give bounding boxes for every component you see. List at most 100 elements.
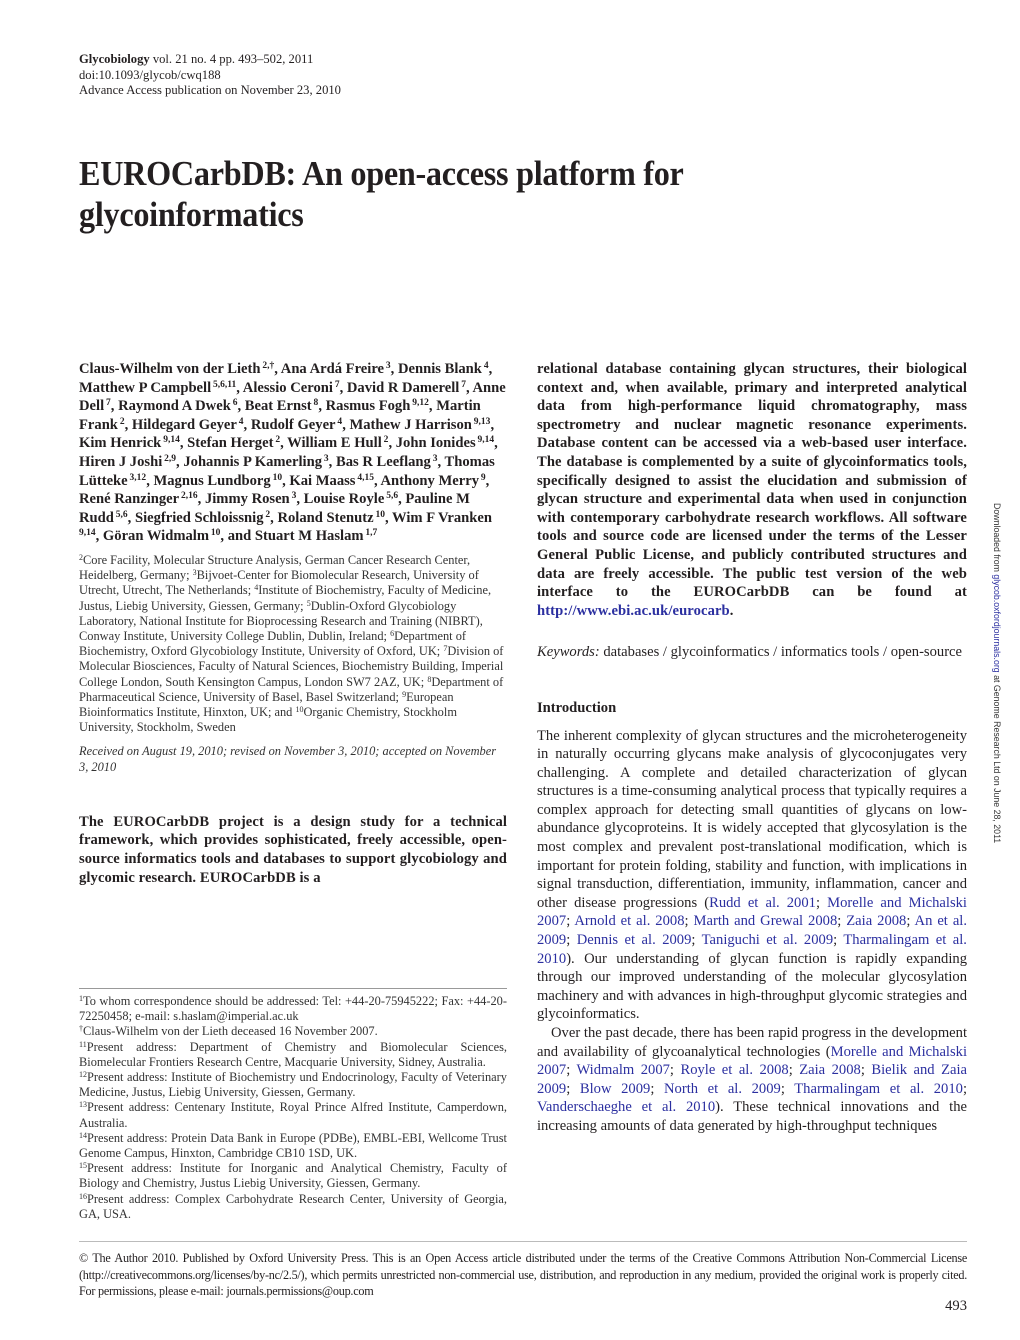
author-affiliation-marker[interactable]: 4 [482, 361, 489, 371]
advance-access: Advance Access publication on November 2… [79, 83, 341, 98]
author-affiliation-marker[interactable]: 2 [273, 435, 280, 446]
author: Rasmus Fogh 9,12 [326, 398, 429, 414]
citation-link[interactable]: Blow 2009 [580, 1081, 650, 1097]
citation-link[interactable]: Widmalm 2007 [576, 1062, 669, 1078]
download-note-prefix: Downloaded from [992, 503, 1002, 575]
author-affiliation-marker[interactable]: 5,6,11 [211, 380, 236, 390]
journal-citation: vol. 21 no. 4 pp. 493–502, 2011 [152, 52, 314, 66]
author-affiliation-marker[interactable]: 2,† [261, 361, 274, 371]
author-affiliation-marker[interactable]: 3 [322, 454, 329, 464]
footnote-text: To whom correspondence should be address… [79, 994, 507, 1024]
author: Göran Widmalm 10 [103, 528, 221, 544]
author-affiliation-marker[interactable]: 10 [271, 473, 283, 483]
footnote-marker: 13 [79, 1100, 87, 1110]
received-dates: Received on August 19, 2010; revised on … [79, 744, 497, 774]
author: John Ionides 9,14 [396, 435, 494, 451]
author-affiliation-marker[interactable]: 6 [231, 398, 238, 408]
author-affiliation-marker[interactable]: 9,12 [410, 398, 429, 408]
author-name: Rudolf Geyer [250, 416, 336, 433]
author: Mathew J Harrison 9,13 [349, 417, 490, 433]
footnote: 1To whom correspondence should be addres… [79, 994, 507, 1024]
author: Stefan Herget 2 [187, 435, 280, 451]
citation-link[interactable]: Dennis et al. 2009 [577, 932, 692, 948]
footnote-marker: 12 [79, 1070, 87, 1080]
author-name: Wim F Vranken [392, 509, 493, 526]
author-affiliation-marker[interactable]: 5,6 [384, 491, 398, 501]
author: Louise Royle 5,6 [304, 491, 398, 507]
author-name: Louise Royle [303, 491, 385, 508]
download-note-link[interactable]: glycob.oxfordjournals.org [992, 574, 1002, 672]
author-affiliation-marker[interactable]: 10 [209, 528, 221, 539]
footnote-marker: 15 [79, 1161, 87, 1171]
journal-header: Glycobiology vol. 21 no. 4 pp. 493–502, … [79, 52, 341, 99]
citation-link[interactable]: North et al. 2009 [664, 1081, 781, 1097]
author-affiliation-marker[interactable]: 9 [479, 473, 486, 483]
license-text: © The Author 2010. Published by Oxford U… [79, 1251, 967, 1299]
author-affiliation-marker[interactable]: 2,9 [162, 454, 176, 464]
author-affiliation-marker[interactable]: 7 [333, 380, 340, 390]
title-line-2: glycoinformatics [79, 195, 304, 234]
author: Jimmy Rosen 3 [205, 491, 296, 507]
citation-link[interactable]: Zaia 2008 [799, 1062, 861, 1078]
author-name: Kim Henrick [79, 435, 162, 452]
author-affiliation-marker[interactable]: 2,16 [179, 491, 198, 501]
author-name: and Stuart M Haslam [227, 528, 364, 545]
citation-link[interactable]: Royle et al. 2008 [680, 1062, 788, 1078]
author-affiliation-marker[interactable]: 4 [237, 417, 244, 427]
author-affiliation-marker[interactable]: 4,15 [355, 473, 374, 483]
author-affiliation-marker[interactable]: 9,14 [161, 435, 180, 446]
author: Dennis Blank 4 [398, 361, 489, 377]
abstract-part-1: The EUROCarbDB project is a design study… [79, 813, 507, 886]
author-affiliation-marker[interactable]: 3 [384, 361, 391, 371]
footnote: 12Present address: Institute of Biochemi… [79, 1070, 507, 1100]
citation-link[interactable]: Taniguchi et al. 2009 [702, 932, 833, 948]
author: Bas R Leeflang 3 [336, 454, 438, 470]
paragraph-1: The inherent complexity of glycan struct… [537, 727, 967, 1023]
author: Kai Maass 4,15 [289, 473, 374, 489]
author-name: Stefan Herget [187, 435, 274, 452]
footnote: 15Present address: Institute for Inorgan… [79, 1161, 507, 1191]
citation-link[interactable]: Marth and Grewal 2008 [694, 913, 838, 929]
author-name: René Ranzinger [79, 491, 180, 508]
author: Kim Henrick 9,14 [79, 435, 180, 451]
author-affiliation-marker[interactable]: 2 [382, 435, 389, 446]
eurocarb-url-link[interactable]: http://www.ebi.ac.uk/eurocarb [537, 603, 730, 619]
title-line-1: EUROCarbDB: An open-access platform for [79, 154, 684, 193]
abstract-end: . [729, 602, 734, 619]
author-affiliation-marker[interactable]: 4 [336, 417, 342, 427]
author-list: Claus-Wilhelm von der Lieth 2,†, Ana Ard… [79, 361, 506, 545]
citation-link[interactable]: Arnold et al. 2008 [574, 913, 684, 929]
introduction-body: The inherent complexity of glycan struct… [537, 727, 967, 1136]
author-affiliation-marker[interactable]: 3 [431, 454, 438, 464]
footnote-text: Present address: Institute for Inorganic… [79, 1161, 507, 1191]
author-name: Bas R Leeflang [335, 453, 431, 470]
author-name: Alessio Ceroni [242, 379, 333, 396]
footnote-text: Claus-Wilhelm von der Lieth deceased 16 … [83, 1024, 378, 1039]
author-affiliation-marker[interactable]: 8 [312, 398, 319, 408]
author: William E Hull 2 [287, 435, 388, 451]
author-affiliation-marker[interactable]: 9,14 [476, 435, 495, 446]
citation-link[interactable]: Rudd et al. 2001 [709, 895, 816, 911]
footnote: 16Present address: Complex Carbohydrate … [79, 1192, 507, 1222]
author-name: Beat Ernst [244, 398, 312, 415]
author-affiliation-marker[interactable]: 2 [118, 417, 125, 427]
author: Rudolf Geyer 4 [251, 417, 342, 433]
author-affiliation-marker[interactable]: 3,12 [128, 473, 147, 483]
author-affiliation-marker[interactable]: 2 [264, 510, 270, 520]
author-affiliation-marker[interactable]: 1,7 [364, 528, 377, 539]
author-affiliation-marker[interactable]: 3 [290, 491, 297, 501]
footnote: †Claus-Wilhelm von der Lieth deceased 16… [79, 1024, 507, 1039]
citation-link[interactable]: Tharmalingam et al. 2010 [794, 1081, 963, 1097]
citation-link[interactable]: Vanderschaeghe et al. 2010 [537, 1099, 715, 1115]
doi[interactable]: doi:10.1093/glycob/cwq188 [79, 68, 341, 84]
author-affiliation-marker[interactable]: 7 [459, 380, 466, 390]
citation-link[interactable]: Zaia 2008 [846, 913, 906, 929]
author-affiliation-marker[interactable]: 5,6 [114, 510, 128, 520]
author: Anthony Merry 9 [381, 473, 486, 489]
author-affiliation-marker[interactable]: 9,13 [472, 417, 491, 427]
author-name: Mathew J Harrison [349, 416, 472, 433]
author-affiliation-marker[interactable]: 7 [104, 398, 111, 408]
author-affiliation-marker[interactable]: 10 [374, 510, 385, 520]
license-notice: © The Author 2010. Published by Oxford U… [79, 1241, 967, 1300]
affiliations: 2Core Facility, Molecular Structure Anal… [79, 553, 507, 735]
